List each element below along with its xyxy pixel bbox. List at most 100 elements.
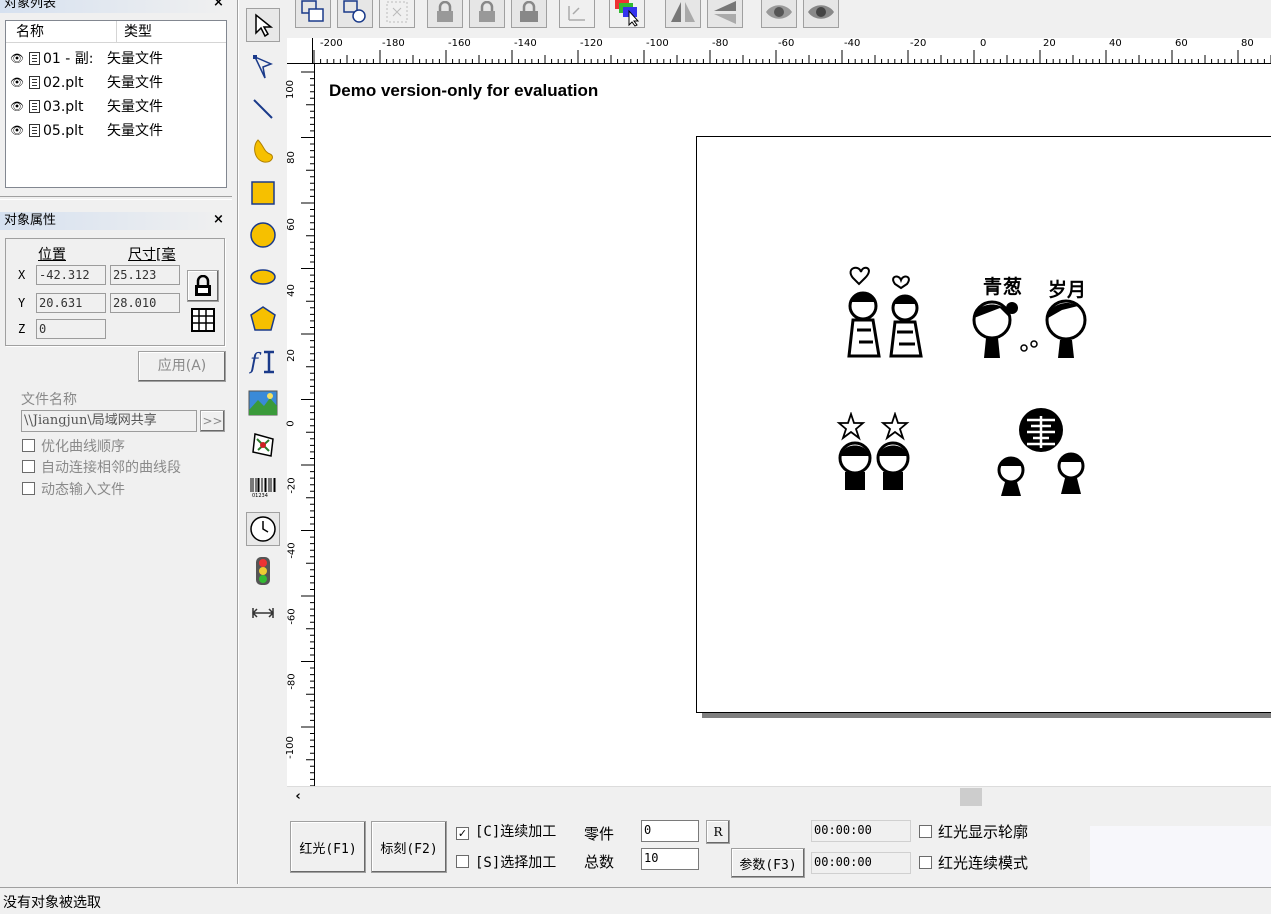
lock-ratio-button[interactable] bbox=[187, 270, 219, 302]
eye-icon[interactable]: 👁 bbox=[10, 95, 26, 119]
red-light-button[interactable]: 红光(F1) bbox=[290, 821, 366, 873]
text-tool[interactable]: f bbox=[246, 344, 280, 378]
couple-hearts-art[interactable] bbox=[841, 264, 933, 360]
scroll-thumb[interactable] bbox=[960, 788, 982, 806]
show-button[interactable] bbox=[761, 0, 797, 28]
total-count-field[interactable]: 10 bbox=[641, 848, 699, 870]
mirror-v-button[interactable] bbox=[707, 0, 743, 28]
object-list-close-button[interactable]: × bbox=[213, 0, 224, 10]
select-process-checkbox[interactable]: [S]选择加工 bbox=[456, 854, 556, 872]
grid-button[interactable] bbox=[188, 305, 218, 335]
timer-tool[interactable] bbox=[246, 512, 280, 546]
lock-button[interactable] bbox=[427, 0, 463, 28]
barcode-tool[interactable]: 01234 bbox=[246, 470, 280, 504]
hide-button[interactable] bbox=[803, 0, 839, 28]
object-row[interactable]: 👁 02.plt 矢量文件 bbox=[10, 71, 163, 95]
red-continuous-checkbox[interactable]: 红光连续模式 bbox=[919, 854, 1028, 873]
continuous-process-checkbox[interactable]: ✓ [C]连续加工 bbox=[456, 823, 556, 841]
extend-axis-tool[interactable] bbox=[246, 596, 280, 630]
apply-button[interactable]: 应用(A) bbox=[138, 351, 226, 382]
node-edit-tool[interactable] bbox=[246, 50, 280, 84]
object-list[interactable]: 名称 类型 👁 01 - 副: 矢量文件 👁 02.plt 矢量文件 👁 03.plt 矢量… bbox=[5, 20, 227, 188]
eye-icon[interactable]: 👁 bbox=[10, 71, 26, 95]
unlock-icon bbox=[479, 1, 495, 22]
circle-tool[interactable] bbox=[246, 218, 280, 252]
eye-hidden-icon bbox=[808, 5, 834, 19]
reset-parts-label: R bbox=[713, 825, 723, 839]
horizontal-scrollbar[interactable]: ‹ bbox=[287, 786, 1271, 806]
file-path-field[interactable]: \\Jiangjun\局域网共享 bbox=[21, 410, 197, 432]
v-ruler-label: -80 bbox=[286, 673, 298, 690]
y-size-field[interactable]: 28.010 bbox=[110, 293, 180, 313]
color-layers-icon bbox=[615, 0, 640, 27]
grid-select-icon bbox=[386, 1, 408, 23]
vertical-ruler[interactable]: 100 80 60 40 20 0 -20 -40 -60 -80 -100 bbox=[284, 64, 315, 786]
red-light-button-label: 红光(F1) bbox=[299, 841, 357, 857]
io-port-tool[interactable] bbox=[246, 554, 280, 588]
object-type: 矢量文件 bbox=[107, 123, 163, 139]
h-ruler-label: 40 bbox=[1109, 38, 1122, 49]
x-position-field[interactable]: -42.312 bbox=[36, 265, 106, 285]
y-position-field[interactable]: 20.631 bbox=[36, 293, 106, 313]
panel-splitter[interactable] bbox=[0, 196, 232, 200]
ellipse-tool[interactable] bbox=[246, 260, 280, 294]
image-icon bbox=[248, 390, 278, 416]
reset-parts-button[interactable]: R bbox=[706, 820, 730, 844]
design-canvas[interactable]: Demo version-only for evaluation 青葱 岁月 bbox=[315, 64, 1271, 786]
v-ruler-label: 40 bbox=[285, 284, 297, 297]
object-name: 01 - 副: bbox=[43, 51, 94, 67]
browse-button[interactable]: >> bbox=[200, 410, 225, 432]
ungroup-button[interactable] bbox=[337, 0, 373, 28]
curve-tool[interactable] bbox=[246, 134, 280, 168]
wedding-art[interactable] bbox=[991, 408, 1091, 500]
pen-color-button[interactable] bbox=[609, 0, 645, 28]
auto-connect-checkbox[interactable]: 自动连接相邻的曲线段 bbox=[22, 459, 181, 477]
object-props-close-button[interactable]: × bbox=[213, 212, 224, 227]
column-name-header[interactable]: 名称 bbox=[16, 21, 44, 43]
red-outline-checkbox[interactable]: 红光显示轮廓 bbox=[919, 823, 1028, 842]
polygon-tool[interactable] bbox=[246, 302, 280, 336]
work-area[interactable] bbox=[696, 136, 1271, 713]
object-row[interactable]: 👁 01 - 副: 矢量文件 bbox=[10, 47, 163, 71]
object-row[interactable]: 👁 03.plt 矢量文件 bbox=[10, 95, 163, 119]
bitmap-tool[interactable] bbox=[246, 386, 280, 420]
parameters-button[interactable]: 参数(F3) bbox=[731, 848, 805, 878]
mark-button-label: 标刻(F2) bbox=[380, 841, 438, 857]
file-icon bbox=[29, 99, 40, 113]
unlock-button[interactable] bbox=[469, 0, 505, 28]
eye-icon[interactable]: 👁 bbox=[10, 47, 26, 71]
checkbox-box bbox=[919, 825, 932, 838]
youth-art[interactable]: 青葱 岁月 bbox=[970, 272, 1110, 364]
left-panel-divider[interactable] bbox=[237, 0, 239, 884]
column-type-header[interactable]: 类型 bbox=[124, 21, 152, 43]
total-label: 总数 bbox=[584, 853, 615, 871]
disabled-group-button[interactable] bbox=[379, 0, 415, 28]
mark-button[interactable]: 标刻(F2) bbox=[371, 821, 447, 873]
dynamic-input-checkbox[interactable]: 动态输入文件 bbox=[22, 481, 125, 499]
h-ruler-label: 20 bbox=[1043, 38, 1056, 49]
stars-kids-art[interactable] bbox=[835, 412, 917, 494]
rectangle-tool[interactable] bbox=[246, 176, 280, 210]
unlock-all-button[interactable] bbox=[511, 0, 547, 28]
eye-icon[interactable]: 👁 bbox=[10, 119, 26, 143]
h-ruler-label: -80 bbox=[712, 38, 729, 49]
line-tool[interactable] bbox=[246, 92, 280, 126]
v-ruler-label: -100 bbox=[284, 736, 296, 759]
barcode-icon: 01234 bbox=[250, 478, 276, 498]
horizontal-ruler[interactable]: -200 -180 -160 -140 -120 -100 -80 -60 -4… bbox=[313, 38, 1271, 64]
group-button[interactable] bbox=[295, 0, 331, 28]
h-ruler-label: -60 bbox=[778, 38, 795, 49]
y-label: Y bbox=[18, 296, 26, 310]
vector-file-tool[interactable] bbox=[246, 428, 280, 462]
parts-count-field[interactable]: 0 bbox=[641, 820, 699, 842]
scroll-left-button[interactable]: ‹ bbox=[289, 788, 307, 806]
mirror-h-button[interactable] bbox=[665, 0, 701, 28]
parts-label: 零件 bbox=[584, 825, 615, 843]
align-button[interactable] bbox=[559, 0, 595, 28]
z-position-field[interactable]: 0 bbox=[36, 319, 106, 339]
x-size-field[interactable]: 25.123 bbox=[110, 265, 180, 285]
select-tool[interactable] bbox=[246, 8, 280, 42]
status-text: 没有对象被选取 bbox=[3, 895, 101, 911]
optimize-curve-checkbox[interactable]: 优化曲线顺序 bbox=[22, 438, 125, 456]
object-row[interactable]: 👁 05.plt 矢量文件 bbox=[10, 119, 163, 143]
